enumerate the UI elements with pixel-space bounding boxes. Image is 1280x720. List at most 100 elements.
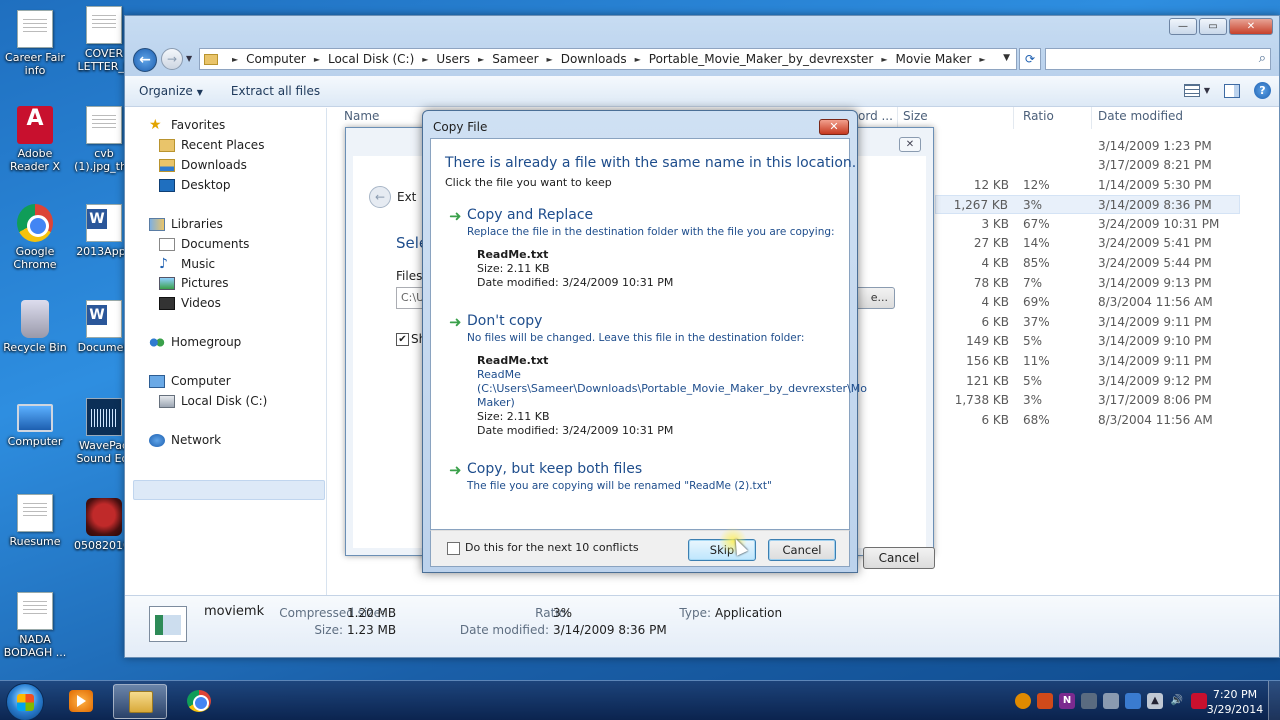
table-row[interactable]: 3/17/2009 8:21 PM bbox=[935, 156, 1240, 175]
desktop-icon-ruesume[interactable]: Ruesume bbox=[0, 494, 70, 548]
table-row[interactable]: 3 KB 67% 3/24/2009 10:31 PM bbox=[935, 215, 1240, 234]
address-bar[interactable]: ► Computer ► Local Disk (C:) ► Users ► S… bbox=[199, 48, 1017, 70]
nav-downloads[interactable]: Downloads bbox=[159, 158, 247, 172]
table-row[interactable]: 12 KB 12% 1/14/2009 5:30 PM bbox=[935, 176, 1240, 195]
volume-icon[interactable]: 🔊 bbox=[1169, 693, 1185, 709]
file-location-link[interactable]: Maker) bbox=[477, 396, 515, 409]
tray-app-icon[interactable] bbox=[1037, 693, 1053, 709]
cancel-button[interactable]: Cancel bbox=[768, 539, 836, 561]
table-row[interactable]: 6 KB 68% 8/3/2004 11:56 AM bbox=[935, 411, 1240, 430]
onenote-icon[interactable]: N bbox=[1059, 693, 1075, 709]
nav-local-disk[interactable]: Local Disk (C:) bbox=[159, 394, 267, 408]
chevron-right-icon[interactable]: ► bbox=[422, 55, 428, 64]
nav-documents[interactable]: Documents bbox=[159, 237, 249, 251]
nav-libraries[interactable]: Libraries bbox=[149, 217, 223, 231]
nav-favorites[interactable]: ★ Favorites bbox=[149, 118, 225, 133]
forward-button[interactable]: → bbox=[161, 48, 183, 70]
desktop-icon-adobe-reader[interactable]: Adobe Reader X bbox=[0, 106, 70, 173]
column-header-size[interactable]: Size bbox=[903, 109, 928, 123]
cancel-button[interactable]: Cancel bbox=[863, 547, 935, 569]
start-button[interactable] bbox=[6, 683, 44, 720]
column-divider[interactable] bbox=[1091, 107, 1092, 129]
table-row[interactable]: 3/14/2009 1:23 PM bbox=[935, 137, 1240, 156]
show-desktop-button[interactable] bbox=[1268, 681, 1280, 720]
chevron-down-icon[interactable]: ▼ bbox=[1204, 86, 1210, 95]
refresh-button[interactable]: ⟳ bbox=[1019, 48, 1041, 70]
close-button[interactable]: ✕ bbox=[899, 137, 921, 152]
taskbar-media-player[interactable] bbox=[54, 684, 108, 719]
breadcrumb-item[interactable]: Portable_Movie_Maker_by_devrexster bbox=[649, 52, 874, 66]
table-row[interactable]: 156 KB 11% 3/14/2009 9:11 PM bbox=[935, 352, 1240, 371]
table-row-selected[interactable]: 1,267 KB 3% 3/14/2009 8:36 PM bbox=[935, 195, 1240, 214]
breadcrumb-item[interactable]: Computer bbox=[246, 52, 306, 66]
column-header-name[interactable]: Name bbox=[344, 109, 379, 123]
column-header-ratio[interactable]: Ratio bbox=[1023, 109, 1054, 123]
breadcrumb-item[interactable]: Downloads bbox=[561, 52, 627, 66]
file-location-link[interactable]: ReadMe bbox=[477, 368, 521, 381]
close-button[interactable]: ✕ bbox=[1229, 18, 1273, 35]
address-dropdown-icon[interactable]: ▼ bbox=[1003, 53, 1010, 63]
maximize-button[interactable]: ▭ bbox=[1199, 18, 1227, 35]
nav-recent-places[interactable]: Recent Places bbox=[159, 138, 264, 152]
column-divider[interactable] bbox=[1013, 107, 1014, 129]
taskbar-chrome[interactable] bbox=[172, 684, 226, 719]
extract-all-button[interactable]: Extract all files bbox=[217, 84, 334, 98]
help-icon[interactable]: ? bbox=[1254, 82, 1271, 99]
action-center-icon[interactable] bbox=[1125, 693, 1141, 709]
back-button[interactable]: ← bbox=[133, 48, 157, 72]
desktop-icon-career-fair[interactable]: Career Fair info bbox=[0, 10, 70, 77]
table-row[interactable]: 121 KB 5% 3/14/2009 9:12 PM bbox=[935, 372, 1240, 391]
column-divider[interactable] bbox=[897, 107, 898, 129]
network-icon[interactable]: ▲ bbox=[1147, 693, 1163, 709]
file-location-link[interactable]: (C:\Users\Sameer\Downloads\Portable_Movi… bbox=[477, 382, 867, 395]
taskbar-explorer[interactable] bbox=[113, 684, 167, 719]
chevron-right-icon[interactable]: ► bbox=[547, 55, 553, 64]
nav-desktop[interactable]: Desktop bbox=[159, 178, 231, 192]
breadcrumb-item[interactable]: Sameer bbox=[492, 52, 538, 66]
clock[interactable]: 7:20 PM 3/29/2014 bbox=[1200, 687, 1270, 717]
table-row[interactable]: 149 KB 5% 3/14/2009 9:10 PM bbox=[935, 332, 1240, 351]
preview-pane-icon[interactable] bbox=[1224, 83, 1240, 98]
chevron-right-icon[interactable]: ► bbox=[881, 55, 887, 64]
table-row[interactable]: 27 KB 14% 3/24/2009 5:41 PM bbox=[935, 234, 1240, 253]
nav-pictures[interactable]: Pictures bbox=[159, 276, 229, 290]
search-input[interactable]: ⌕ bbox=[1045, 48, 1271, 70]
table-row[interactable]: 4 KB 69% 8/3/2004 11:56 AM bbox=[935, 293, 1240, 312]
nav-videos[interactable]: Videos bbox=[159, 296, 221, 310]
signal-icon[interactable] bbox=[1103, 693, 1119, 709]
breadcrumb-item[interactable]: Users bbox=[436, 52, 470, 66]
nav-network[interactable]: Network bbox=[149, 433, 221, 447]
chevron-right-icon[interactable]: ► bbox=[314, 55, 320, 64]
table-row[interactable]: 1,738 KB 3% 3/17/2009 8:06 PM bbox=[935, 391, 1240, 410]
nav-music[interactable]: ♪ Music bbox=[159, 257, 215, 272]
change-view-icon[interactable] bbox=[1183, 84, 1200, 97]
table-row[interactable]: 78 KB 7% 3/14/2009 9:13 PM bbox=[935, 274, 1240, 293]
chevron-right-icon[interactable]: ► bbox=[979, 55, 985, 64]
desktop-icon-nada[interactable]: NADA BODAGH ... bbox=[0, 592, 70, 659]
dont-copy-option[interactable]: ➜ Don't copy No files will be changed. L… bbox=[449, 313, 867, 437]
show-files-checkbox[interactable]: ✔ bbox=[396, 333, 409, 346]
column-header-compressed[interactable]: ord ... bbox=[858, 109, 893, 123]
minimize-button[interactable]: — bbox=[1169, 18, 1197, 35]
table-row[interactable]: 6 KB 37% 3/14/2009 9:11 PM bbox=[935, 313, 1240, 332]
desktop-icon-recycle-bin[interactable]: Recycle Bin bbox=[0, 300, 70, 354]
tray-app-icon[interactable] bbox=[1081, 693, 1097, 709]
breadcrumb-item[interactable]: Local Disk (C:) bbox=[328, 52, 414, 66]
close-button[interactable]: ✕ bbox=[819, 119, 849, 135]
copy-and-replace-option[interactable]: ➜ Copy and Replace Replace the file in t… bbox=[449, 207, 844, 297]
keep-both-option[interactable]: ➜ Copy, but keep both files The file you… bbox=[449, 461, 844, 501]
apply-to-all-checkbox[interactable] bbox=[447, 542, 460, 555]
chevron-right-icon[interactable]: ► bbox=[478, 55, 484, 64]
nav-computer[interactable]: Computer bbox=[149, 374, 231, 388]
chevron-right-icon[interactable]: ► bbox=[635, 55, 641, 64]
recent-pages-dropdown[interactable]: ▼ bbox=[186, 54, 192, 63]
column-header-date[interactable]: Date modified bbox=[1098, 109, 1183, 123]
tray-app-icon[interactable] bbox=[1015, 693, 1031, 709]
back-button[interactable]: ← bbox=[369, 186, 391, 208]
desktop-icon-computer[interactable]: Computer bbox=[0, 398, 70, 448]
desktop-icon-google-chrome[interactable]: Google Chrome bbox=[0, 204, 70, 271]
organize-button[interactable]: Organize ▼ bbox=[125, 84, 217, 98]
breadcrumb-item[interactable]: Movie Maker bbox=[896, 52, 972, 66]
table-row[interactable]: 4 KB 85% 3/24/2009 5:44 PM bbox=[935, 254, 1240, 273]
nav-homegroup[interactable]: Homegroup bbox=[149, 335, 241, 349]
